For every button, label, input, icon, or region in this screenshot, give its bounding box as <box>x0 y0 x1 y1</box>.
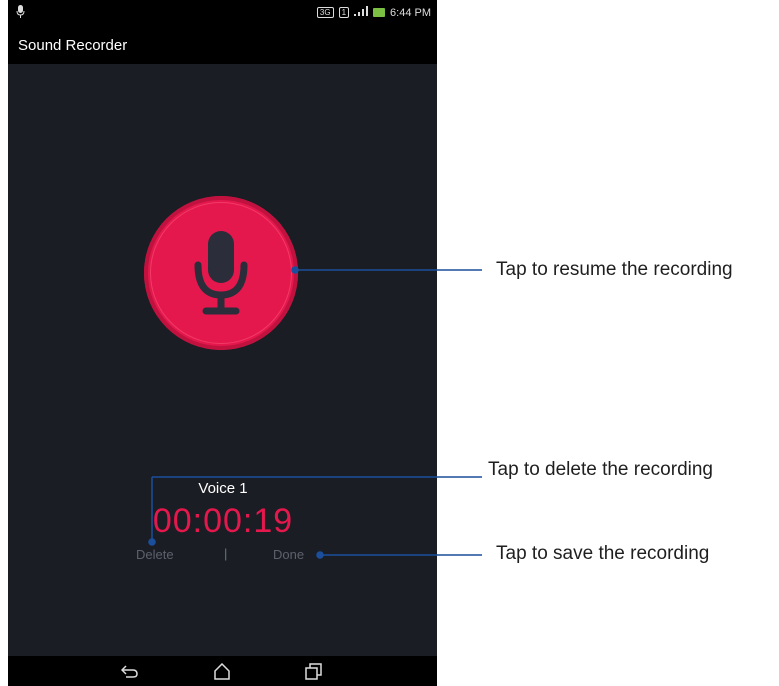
signal-icon <box>354 6 369 19</box>
network-3g-icon: 3G <box>316 7 334 18</box>
microphone-icon <box>194 231 248 315</box>
phone-screen: 3G 1 6:44 PM Sound Recorder Voice 1 00:0… <box>8 0 437 686</box>
mic-status-icon <box>16 5 25 22</box>
recording-name: Voice 1 <box>198 480 248 497</box>
navigation-bar <box>8 656 437 686</box>
status-bar: 3G 1 6:44 PM <box>8 0 437 26</box>
status-time: 6:44 PM <box>390 6 431 19</box>
app-title: Sound Recorder <box>18 37 128 54</box>
delete-button[interactable]: Delete <box>136 547 174 562</box>
callout-save-label: Tap to save the recording <box>496 543 710 564</box>
action-separator: | <box>224 546 228 561</box>
recording-timer: 00:00:19 <box>152 502 294 540</box>
action-bar: Sound Recorder <box>8 26 437 64</box>
done-button[interactable]: Done <box>273 547 304 562</box>
home-icon[interactable] <box>213 662 231 685</box>
callout-resume-label: Tap to resume the recording <box>496 259 733 280</box>
sim-icon: 1 <box>338 7 350 18</box>
resume-record-button[interactable] <box>144 196 298 350</box>
callout-delete-label: Tap to delete the recording <box>488 459 713 480</box>
recent-apps-icon[interactable] <box>305 663 323 685</box>
back-icon[interactable] <box>120 663 139 684</box>
battery-icon <box>373 8 386 17</box>
